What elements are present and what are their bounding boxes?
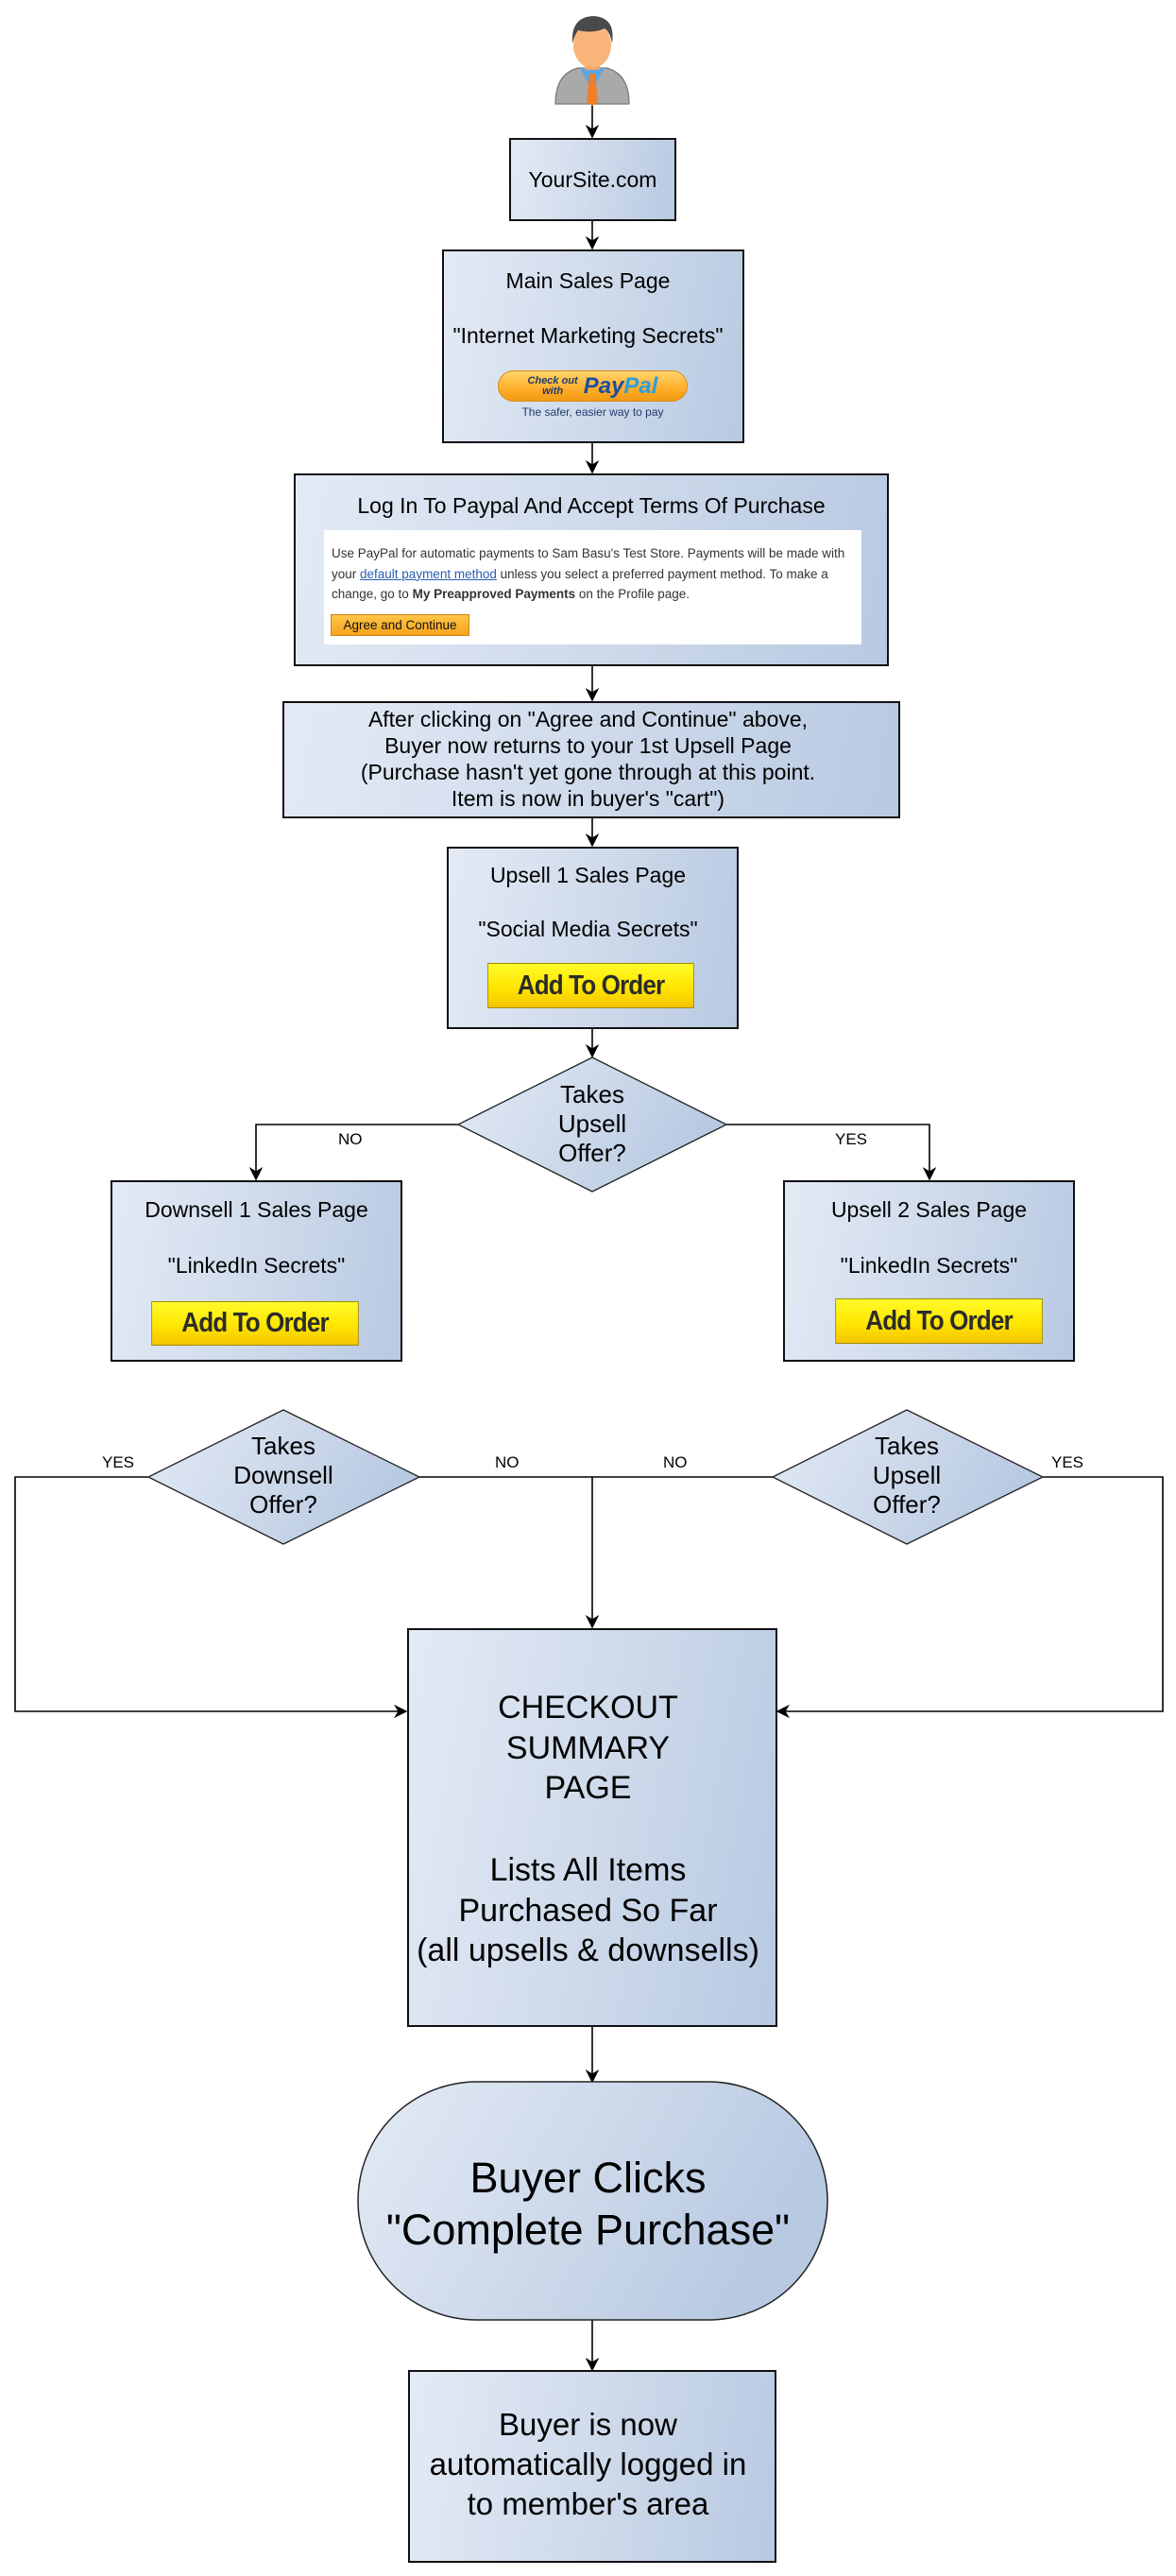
decision-2-yes-label: YES (102, 1453, 135, 1471)
upsell-1-product: "Social Media Secrets" (478, 917, 698, 941)
main-sales-title: Main Sales Page (505, 268, 671, 293)
upsell-2-title: Upsell 2 Sales Page (830, 1197, 1028, 1222)
decision-3-no-label: NO (663, 1453, 688, 1471)
upsell-1-title: Upsell 1 Sales Page (489, 863, 687, 887)
downsell-1-product: "LinkedIn Secrets" (167, 1253, 346, 1278)
downsell-1-add-to-order-button[interactable]: Add To Order (151, 1301, 359, 1346)
decision-3-line-1: Takes (875, 1432, 939, 1460)
decision-2-no-label: NO (495, 1453, 520, 1471)
after-agree-line-4: Item is now in buyer's "cart") (451, 786, 725, 811)
yoursite-node: YourSite.com (509, 138, 676, 221)
arrow-decision1-yes-to-upsell2 (726, 1124, 937, 1181)
decision-1-yes-label: YES (835, 1130, 868, 1148)
my-preapproved-payments-text: My Preapproved Payments (412, 587, 576, 601)
decision-3-text: Takes Upsell Offer? (812, 1432, 1001, 1520)
decision-3-yes-label: YES (1051, 1453, 1084, 1471)
decision-3-line-3: Offer? (873, 1490, 941, 1519)
paypal-logo-pay: Pay (583, 372, 624, 399)
paypal-checkout-text: Check out with (527, 374, 578, 397)
checkout-line-6: Purchased So Far (458, 1893, 718, 1929)
decision-3-line-2: Upsell (872, 1461, 942, 1489)
decision-2-text: Takes Downsell Offer? (189, 1432, 378, 1520)
paypal-terms-text: Use PayPal for automatic payments to Sam… (332, 543, 856, 605)
final-line-1: Buyer is now (499, 2407, 677, 2442)
decision-2-line-3: Offer? (249, 1490, 317, 1519)
downsell-1-title: Downsell 1 Sales Page (145, 1197, 368, 1222)
decision-1-line-1: Takes (560, 1080, 624, 1108)
decision-1-text: Takes Upsell Offer? (498, 1080, 687, 1168)
decision-2-line-2: Downsell (233, 1461, 333, 1489)
upsell-2-add-to-order-button[interactable]: Add To Order (835, 1298, 1043, 1344)
checkout-line-1: CHECKOUT (498, 1690, 678, 1726)
main-sales-product: "Internet Marketing Secrets" (452, 323, 724, 348)
upsell-2-product: "LinkedIn Secrets" (840, 1253, 1018, 1278)
paypal-check-out-text: Check out (527, 374, 578, 386)
checkout-line-5: Lists All Items (489, 1852, 687, 1888)
decision-1-line-3: Offer? (558, 1139, 626, 1167)
yoursite-label: YourSite.com (528, 167, 657, 192)
paypal-login-title: Log In To Paypal And Accept Terms Of Pur… (357, 493, 826, 518)
final-line-3: to member's area (467, 2486, 709, 2521)
paypal-logo-pal: Pal (623, 372, 658, 399)
complete-purchase-line-2: "Complete Purchase" (385, 2206, 791, 2254)
final-line-2: automatically logged in (429, 2447, 747, 2482)
checkout-line-3: PAGE (544, 1770, 632, 1806)
after-agree-line-3: (Purchase hasn't yet gone through at thi… (360, 760, 816, 784)
upsell-1-add-to-order-button[interactable]: Add To Order (487, 963, 694, 1008)
decision-1-line-2: Upsell (557, 1109, 627, 1138)
default-payment-method-link[interactable]: default payment method (360, 567, 497, 581)
decision-1-no-label: NO (338, 1130, 363, 1148)
agree-and-continue-button[interactable]: Agree and Continue (331, 614, 469, 636)
checkout-line-7: (all upsells & downsells) (417, 1932, 759, 1968)
decision-2-line-1: Takes (251, 1432, 315, 1460)
after-agree-line-2: Buyer now returns to your 1st Upsell Pag… (384, 733, 792, 758)
paypal-terms-panel: Use PayPal for automatic payments to Sam… (324, 530, 861, 644)
person-icon (554, 16, 630, 106)
paypal-checkout-button[interactable]: Check out with PayPal (498, 370, 688, 402)
after-agree-line-1: After clicking on "Agree and Continue" a… (367, 707, 809, 731)
terms-text-part-3: on the Profile page. (575, 587, 690, 601)
complete-purchase-line-1: Buyer Clicks (469, 2154, 707, 2202)
paypal-tagline: The safer, easier way to pay (521, 405, 664, 419)
paypal-logo: PayPal (584, 373, 658, 400)
checkout-line-2: SUMMARY (505, 1730, 671, 1766)
paypal-with-text: with (542, 385, 564, 397)
